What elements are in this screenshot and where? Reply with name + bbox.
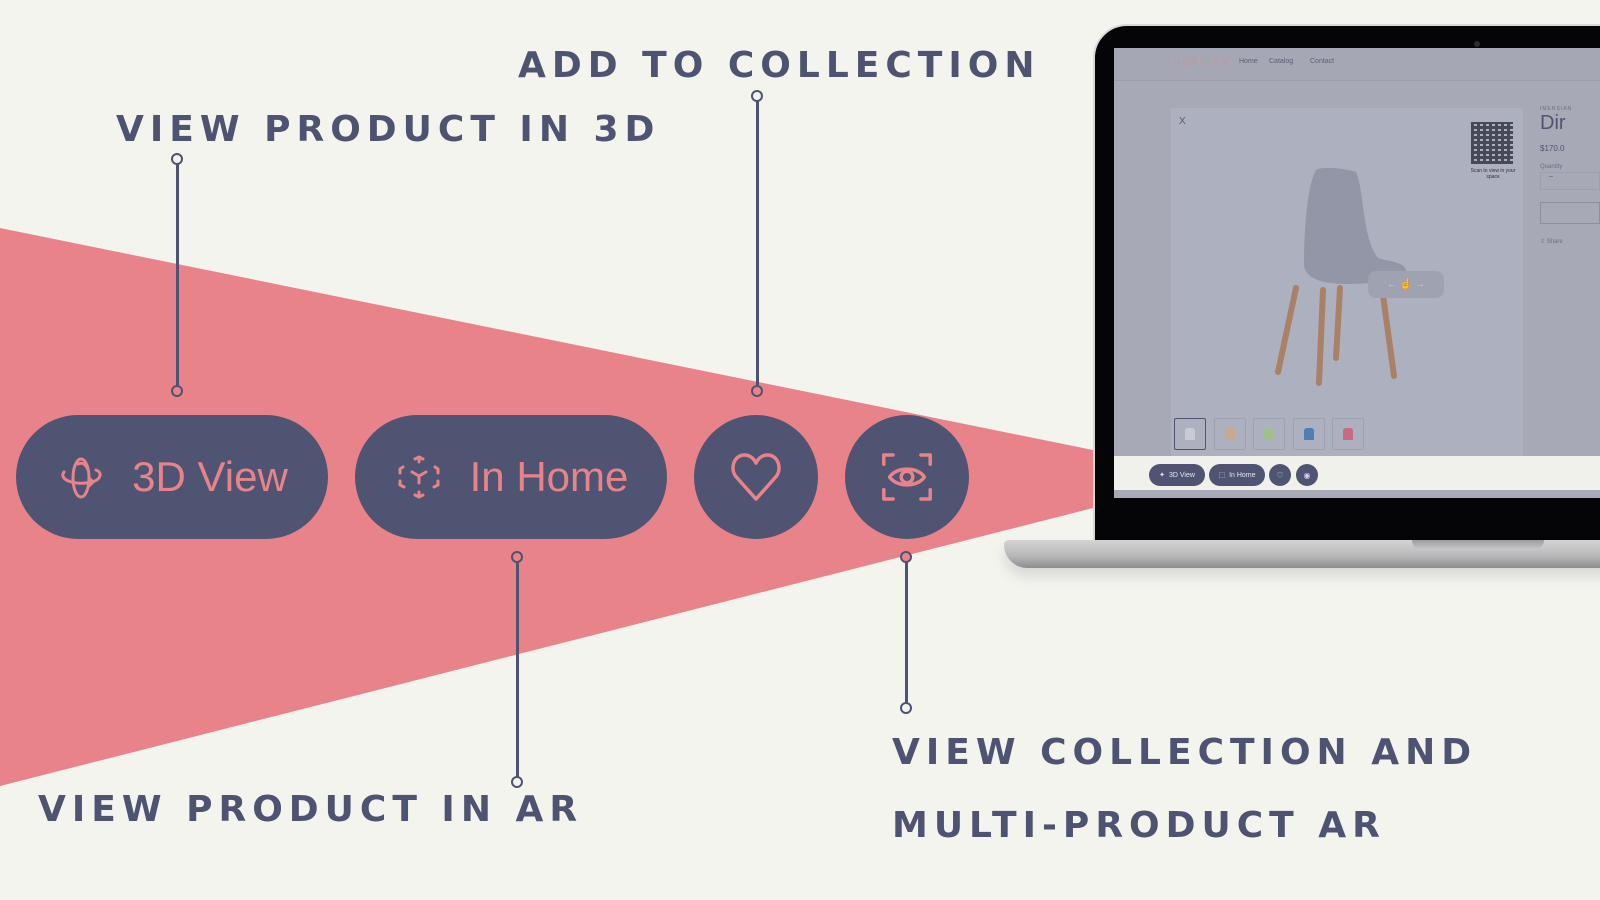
callout-view-collection-line2: MULTI-PRODUCT AR bbox=[892, 805, 1386, 846]
mini-in-home-label: In Home bbox=[1229, 471, 1256, 479]
color-thumbnail[interactable] bbox=[1174, 418, 1206, 450]
mini-view-3d-label: 3D View bbox=[1168, 471, 1195, 479]
connector-line-collection bbox=[756, 101, 759, 385]
view-3d-label: 3D View bbox=[132, 453, 288, 500]
callout-view-collection-line1: VIEW COLLECTION AND bbox=[892, 732, 1478, 773]
rotate-3d-icon: ✦ bbox=[1159, 472, 1165, 479]
nav-link-catalog[interactable]: Catalog bbox=[1269, 58, 1293, 65]
color-thumbnail[interactable] bbox=[1214, 418, 1246, 450]
product-price: $170.0 bbox=[1540, 144, 1565, 153]
connector-line-ar bbox=[516, 562, 519, 780]
rotate-3d-icon bbox=[61, 457, 102, 499]
mini-view-3d-button[interactable]: ✦ 3D View bbox=[1149, 464, 1205, 486]
heart-icon bbox=[731, 453, 781, 501]
chair-thumb-icon bbox=[1185, 428, 1195, 440]
callout-view-ar: VIEW PRODUCT IN AR bbox=[38, 789, 584, 830]
modal-close-button[interactable]: X bbox=[1179, 116, 1186, 127]
connector-dot bbox=[751, 385, 763, 397]
mini-in-home-button[interactable]: ⬚ In Home bbox=[1209, 464, 1265, 486]
eye-scan-icon: ◉ bbox=[1303, 470, 1311, 480]
viewer-modal: X Scan to view in your space ← ☝ → bbox=[1171, 108, 1523, 458]
view-3d-button[interactable]: 3D View bbox=[16, 415, 328, 539]
chair-thumb-icon bbox=[1225, 428, 1235, 440]
chair-thumb-icon bbox=[1304, 428, 1314, 440]
mini-view-collection-button[interactable]: ◉ bbox=[1296, 464, 1318, 486]
color-thumbnail[interactable] bbox=[1293, 418, 1325, 450]
rotate-hint: ← ☝ → bbox=[1368, 271, 1444, 298]
nav-link-home[interactable]: Home bbox=[1239, 58, 1258, 65]
connector-line-multi-ar bbox=[905, 562, 908, 706]
laptop-notch bbox=[1412, 540, 1544, 550]
connector-line-3d bbox=[176, 164, 179, 388]
connector-dot bbox=[171, 385, 183, 397]
quantity-label: Quantity bbox=[1540, 164, 1563, 170]
add-to-cart-button[interactable] bbox=[1540, 202, 1600, 224]
view-collection-button[interactable] bbox=[845, 415, 969, 539]
chair-thumb-icon bbox=[1264, 428, 1274, 440]
in-home-button[interactable]: In Home bbox=[355, 415, 667, 539]
nav-link-contact[interactable]: Contact bbox=[1310, 58, 1334, 65]
qr-code bbox=[1471, 122, 1513, 164]
add-to-collection-button[interactable] bbox=[694, 415, 818, 539]
laptop-screen: IMERSIAN Home Catalog Contact X Scan to … bbox=[1114, 48, 1600, 498]
color-thumbnail[interactable] bbox=[1253, 418, 1285, 450]
qr-caption: Scan to view in your space bbox=[1470, 168, 1516, 180]
laptop-camera bbox=[1474, 41, 1480, 47]
product-title: Dir bbox=[1540, 112, 1566, 134]
color-thumbnail[interactable] bbox=[1332, 418, 1364, 450]
eye-scan-icon bbox=[882, 453, 932, 501]
callout-add-to-collection: ADD TO COLLECTION bbox=[518, 45, 1041, 86]
connector-dot bbox=[900, 702, 912, 714]
mini-heart-button[interactable]: ♡ bbox=[1269, 464, 1291, 486]
site-nav: IMERSIAN Home Catalog Contact bbox=[1114, 48, 1600, 81]
quantity-stepper[interactable]: – bbox=[1540, 172, 1600, 190]
connector-dot bbox=[511, 776, 523, 788]
ar-cube-icon bbox=[398, 455, 440, 499]
callout-view-3d: VIEW PRODUCT IN 3D bbox=[116, 109, 661, 150]
ar-cube-icon: ⬚ bbox=[1218, 472, 1226, 479]
site-logo: IMERSIAN bbox=[1168, 56, 1230, 68]
chair-thumb-icon bbox=[1343, 428, 1353, 440]
heart-icon: ♡ bbox=[1276, 470, 1284, 480]
in-home-label: In Home bbox=[469, 453, 629, 500]
share-link[interactable]: ⇪ Share bbox=[1540, 238, 1563, 245]
